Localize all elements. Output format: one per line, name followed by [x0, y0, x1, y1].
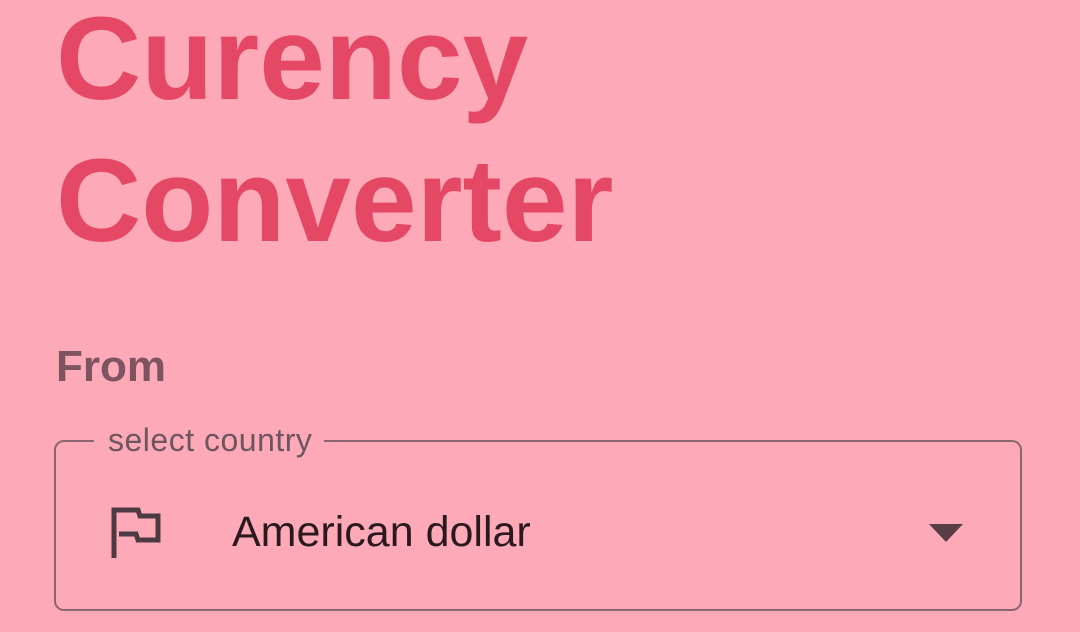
dropdown-arrow-icon[interactable] — [928, 522, 964, 544]
select-legend: select country — [94, 420, 325, 460]
selected-country-value: American dollar — [232, 508, 531, 556]
country-select[interactable]: select country American dollar — [54, 420, 1022, 611]
page-title-line-2: Converter — [56, 135, 614, 267]
from-label: From — [56, 342, 166, 391]
page-title: Curency Converter — [56, 0, 613, 272]
flag-icon — [111, 507, 161, 558]
page-title-line-1: Curency — [56, 0, 529, 125]
